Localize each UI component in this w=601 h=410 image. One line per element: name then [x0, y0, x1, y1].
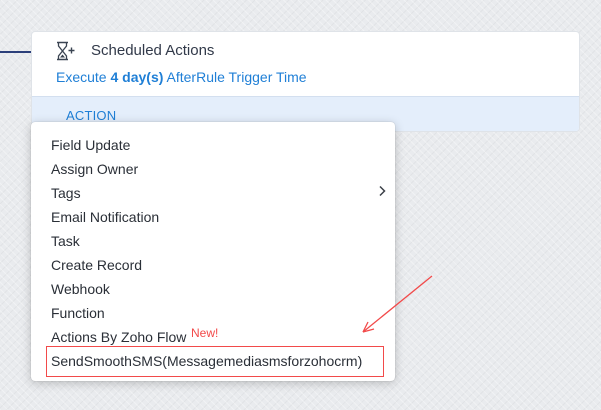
scheduled-actions-title: Scheduled Actions: [91, 42, 215, 59]
chevron-right-icon: [379, 185, 386, 197]
hourglass-add-icon: [57, 41, 75, 61]
action-dropdown-menu: Field Update Assign Owner Tags Email Not…: [31, 122, 395, 381]
menu-item-email-notification[interactable]: Email Notification: [51, 209, 159, 225]
menu-item-assign-owner[interactable]: Assign Owner: [51, 161, 138, 177]
menu-item-create-record[interactable]: Create Record: [51, 257, 142, 273]
menu-item-webhook[interactable]: Webhook: [51, 281, 110, 297]
scheduled-actions-card: Scheduled Actions Execute 4 day(s) After…: [31, 31, 580, 132]
scheduled-actions-header: Scheduled Actions Execute 4 day(s) After…: [32, 32, 579, 96]
action-button-label[interactable]: ACTION: [66, 108, 116, 123]
execute-suffix: AfterRule Trigger Time: [166, 69, 307, 85]
menu-item-field-update[interactable]: Field Update: [51, 137, 130, 153]
annotation-arrow-icon: [362, 275, 433, 333]
execute-schedule-link[interactable]: Execute 4 day(s) AfterRule Trigger Time: [56, 69, 307, 85]
highlight-annotation-box: [46, 346, 384, 377]
menu-item-function[interactable]: Function: [51, 305, 105, 321]
execute-prefix: Execute: [56, 69, 107, 85]
menu-item-task[interactable]: Task: [51, 233, 80, 249]
workflow-connector-line: [0, 51, 33, 53]
new-badge: New!: [191, 326, 219, 340]
menu-item-tags[interactable]: Tags: [51, 185, 81, 201]
execute-days-value: 4 day(s): [110, 69, 164, 85]
menu-item-actions-by-zoho-flow[interactable]: Actions By Zoho Flow: [51, 329, 186, 345]
